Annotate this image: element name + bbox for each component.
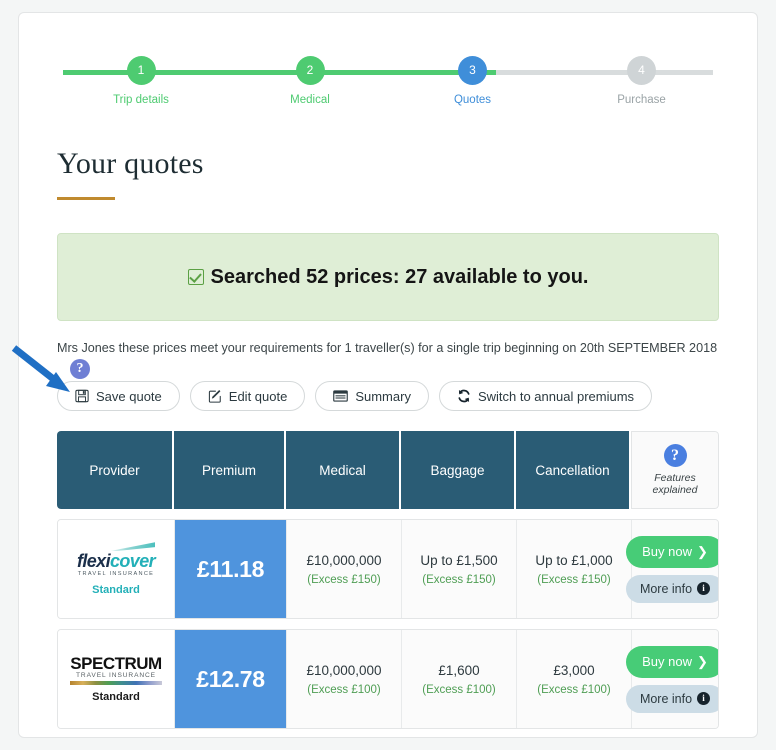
question-mark-icon: ? xyxy=(663,443,687,467)
cancellation-excess-row2: (Excess £100) xyxy=(537,683,611,696)
provider-cell-spectrum[interactable]: SPECTRUM TRAVEL INSURANCE Standard xyxy=(58,630,175,728)
flexicover-logo: flexicover TRAVEL INSURANCE Standard xyxy=(76,542,156,596)
actions-cell-row1: Buy now ❯ More info i xyxy=(626,520,718,618)
quotes-page-card: 1 Trip details 2 Medical 3 Quotes 4 Purc… xyxy=(18,12,758,738)
medical-value-row2: £10,000,000 xyxy=(306,662,382,678)
table-row: SPECTRUM TRAVEL INSURANCE Standard £12.7… xyxy=(57,629,719,729)
premium-price-row1: £11.18 xyxy=(196,555,265,582)
stepper-step-trip-details[interactable]: 1 Trip details xyxy=(100,49,182,106)
spectrum-color-bar-icon xyxy=(70,681,162,686)
title-underline xyxy=(57,197,115,200)
baggage-value-row1: Up to £1,500 xyxy=(420,552,498,568)
spectrum-tier: Standard xyxy=(92,691,140,704)
medical-cell-row2: £10,000,000 (Excess £100) xyxy=(287,630,402,728)
more-info-button-row1[interactable]: More info i xyxy=(626,574,718,603)
column-header-premium: Premium xyxy=(174,431,286,509)
summary-label: Summary xyxy=(355,388,411,404)
info-icon: i xyxy=(697,582,711,595)
chevron-right-icon: ❯ xyxy=(696,653,708,669)
stepper-step-purchase[interactable]: 4 Purchase xyxy=(601,49,683,106)
quotes-table: Provider Premium Medical Baggage Cancell… xyxy=(57,431,719,729)
search-results-text-wrap: Searched 52 prices: 27 available to you. xyxy=(187,265,589,289)
floppy-disk-icon xyxy=(75,389,89,403)
baggage-excess-row2: (Excess £100) xyxy=(422,683,496,696)
chevron-right-icon: ❯ xyxy=(696,543,708,559)
features-explained-label: Features explained xyxy=(653,472,698,496)
column-header-medical: Medical xyxy=(286,431,401,509)
stepper-bubble-3: 3 xyxy=(458,56,487,85)
buy-now-button-row1[interactable]: Buy now ❯ xyxy=(626,535,718,568)
flexicover-word-part1: flexi xyxy=(76,551,111,572)
stepper-bubble-2: 2 xyxy=(295,56,325,85)
provider-cell-flexicover[interactable]: flexicover TRAVEL INSURANCE Standard xyxy=(58,520,175,618)
stepper-step-medical[interactable]: 2 Medical xyxy=(269,49,351,106)
medical-cell-row1: £10,000,000 (Excess £150) xyxy=(287,520,402,618)
flexicover-wordmark: flexicover xyxy=(76,551,156,572)
medical-excess-row1: (Excess £150) xyxy=(307,573,381,586)
pencil-square-icon xyxy=(208,389,221,403)
actions-cell-row2: Buy now ❯ More info i xyxy=(626,630,718,728)
buy-now-label-row1: Buy now xyxy=(642,544,692,559)
more-info-button-row2[interactable]: More info i xyxy=(626,684,718,713)
baggage-cell-row2: £1,600 (Excess £100) xyxy=(402,630,517,728)
spectrum-wordmark: SPECTRUM xyxy=(70,653,162,673)
cancellation-excess-row1: (Excess £150) xyxy=(537,573,611,586)
column-header-cancellation: Cancellation xyxy=(516,431,631,509)
premium-cell-row1: £11.18 xyxy=(175,520,287,618)
stepper-label-2: Medical xyxy=(290,94,330,106)
stepper-step-quotes[interactable]: 3 Quotes xyxy=(432,49,514,106)
save-quote-help-icon[interactable]: ? xyxy=(70,359,90,379)
save-quote-label: Save quote xyxy=(96,388,162,404)
baggage-excess-row1: (Excess £150) xyxy=(422,573,496,586)
stepper-label-3: Quotes xyxy=(453,94,492,106)
column-header-provider: Provider xyxy=(57,431,174,509)
edit-quote-label: Edit quote xyxy=(228,388,288,404)
info-icon: i xyxy=(697,692,711,705)
checked-checkbox-icon xyxy=(187,269,204,285)
cancellation-cell-row1: Up to £1,000 (Excess £150) xyxy=(517,520,632,618)
list-window-icon xyxy=(333,390,349,402)
flexicover-tier: Standard xyxy=(92,583,140,596)
save-quote-button[interactable]: Save quote xyxy=(57,381,180,411)
flexicover-word-part2: cover xyxy=(109,551,156,572)
cancellation-value-row1: Up to £1,000 xyxy=(535,552,613,568)
spectrum-logo: SPECTRUM TRAVEL INSURANCE Standard xyxy=(70,655,162,704)
search-results-banner: Searched 52 prices: 27 available to you. xyxy=(57,233,719,321)
stepper-bubble-1: 1 xyxy=(126,56,156,85)
switch-annual-label: Switch to annual premiums xyxy=(477,388,635,404)
more-info-label-row1: More info xyxy=(639,581,693,596)
features-explained-line2: explained xyxy=(652,484,698,496)
edit-quote-button[interactable]: Edit quote xyxy=(189,381,306,411)
premium-cell-row2: £12.78 xyxy=(175,630,287,728)
medical-value-row1: £10,000,000 xyxy=(306,552,382,568)
baggage-cell-row1: Up to £1,500 (Excess £150) xyxy=(402,520,517,618)
search-results-text: Searched 52 prices: 27 available to you. xyxy=(210,265,589,288)
features-explained-button[interactable]: ? Features explained xyxy=(631,431,719,509)
progress-stepper: 1 Trip details 2 Medical 3 Quotes 4 Purc… xyxy=(63,49,714,111)
medical-excess-row2: (Excess £100) xyxy=(307,683,381,696)
cancellation-cell-row2: £3,000 (Excess £100) xyxy=(517,630,632,728)
cancellation-value-row2: £3,000 xyxy=(553,662,595,678)
stepper-label-1: Trip details xyxy=(113,94,169,106)
table-row: flexicover TRAVEL INSURANCE Standard £11… xyxy=(57,519,719,619)
flexicover-subtitle: TRAVEL INSURANCE xyxy=(77,571,155,578)
stepper-label-4: Purchase xyxy=(617,94,666,106)
more-info-label-row2: More info xyxy=(639,691,693,706)
quote-actions-toolbar: Save quote Edit quote Summary Switch to … xyxy=(57,381,757,411)
buy-now-button-row2[interactable]: Buy now ❯ xyxy=(626,645,718,678)
premium-price-row2: £12.78 xyxy=(196,665,265,692)
page-title: Your quotes xyxy=(57,147,204,180)
features-explained-line1: Features xyxy=(654,471,696,484)
column-header-baggage: Baggage xyxy=(401,431,516,509)
requirements-summary: Mrs Jones these prices meet your require… xyxy=(57,341,718,355)
quotes-table-header-row: Provider Premium Medical Baggage Cancell… xyxy=(57,431,719,509)
baggage-value-row2: £1,600 xyxy=(438,662,480,678)
stepper-bubble-4: 4 xyxy=(627,56,656,85)
flexicover-swoosh-icon xyxy=(109,542,156,552)
buy-now-label-row2: Buy now xyxy=(642,654,692,669)
summary-button[interactable]: Summary xyxy=(315,381,429,411)
switch-to-annual-premiums-button[interactable]: Switch to annual premiums xyxy=(438,381,653,411)
spectrum-subtitle: TRAVEL INSURANCE xyxy=(76,671,156,679)
refresh-icon xyxy=(458,389,470,403)
